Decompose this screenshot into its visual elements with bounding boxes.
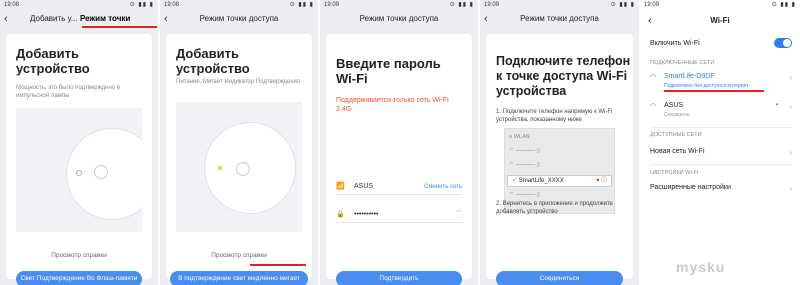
- content-card: Добавить устройство Питание, Мигает Инди…: [166, 34, 312, 285]
- signal-icons: ⊙ ▮▮ ▮: [610, 2, 635, 8]
- status-time: 19:09: [324, 2, 340, 8]
- signal-icons: ⊙ ▮▮ ▮: [449, 2, 474, 8]
- screen-add-device-2: 19:08 ⊙ ▮▮ ▮ ‹ Режим точки доступа Добав…: [160, 0, 319, 285]
- signal-icons: ⊙ ▮▮ ▮: [771, 2, 796, 8]
- wifi-icon: 📶: [336, 183, 345, 190]
- content-card: Добавить устройство Мощность, это было п…: [6, 34, 152, 285]
- divider: [650, 127, 792, 128]
- saved-network-name: ASUS: [664, 102, 684, 109]
- header-title: Режим точки доступа: [520, 14, 599, 23]
- advanced-settings-row[interactable]: Расширенные настройки ›: [650, 184, 792, 193]
- status-bar: 19:09 ⊙ ▮▮ ▮: [480, 0, 639, 10]
- screen-wifi-password: 19:09 ⊙ ▮▮ ▮ Режим точки доступа Введите…: [320, 0, 479, 285]
- page-title: Введите пароль Wi-Fi: [336, 56, 441, 86]
- confirm-slow-blink-button[interactable]: В подтверждение свет медленно мигает: [170, 271, 308, 285]
- page-title: Добавить устройство: [176, 46, 250, 76]
- wifi-name: ASUS: [354, 183, 374, 190]
- list-item: ⌔ ───── ▯: [509, 148, 540, 154]
- lock-icon: ▪: [775, 102, 778, 108]
- advanced-settings-label: Расширенные настройки: [650, 184, 731, 191]
- saved-network-status: Сохранено: [664, 112, 690, 118]
- header-title[interactable]: Добавить у...: [30, 10, 77, 28]
- connected-network-name: SmartLife-D9DF: [664, 73, 715, 80]
- status-bar: 19:09 ⊙ ▮▮ ▮: [320, 0, 478, 10]
- back-arrow-icon[interactable]: ‹: [4, 10, 8, 28]
- help-link[interactable]: Просмотр справки: [166, 252, 312, 259]
- device-illustration: [16, 108, 142, 232]
- header-title: Режим точки доступа: [359, 14, 439, 23]
- content-card: Введите пароль Wi-Fi Поддерживается толь…: [326, 34, 472, 285]
- saved-network-row[interactable]: ◠ ASUS Сохранено ▪ ›: [650, 102, 792, 122]
- change-network-link[interactable]: Сменить сеть: [424, 180, 462, 194]
- show-password-icon[interactable]: ⌒: [456, 208, 462, 222]
- signal-icons: ⊙ ▮▮ ▮: [129, 2, 154, 8]
- confirm-button[interactable]: Подтвердить: [336, 271, 462, 285]
- indicator-off-icon: [76, 170, 82, 176]
- screen-add-device-1: 19:08 ⊙ ▮▮ ▮ ‹ Добавить у... Режим точки…: [0, 0, 159, 285]
- page-title: Добавить устройство: [16, 46, 90, 76]
- ssid-name: SmartLife_XXXX: [518, 178, 564, 184]
- status-bar: 19:08 ⊙ ▮▮ ▮: [0, 0, 158, 10]
- warning-text: Поддерживается только сеть Wi-Fi 2.4G: [336, 97, 449, 113]
- divider: [650, 164, 792, 165]
- list-item: ≡ WLAN: [509, 134, 530, 140]
- lock-icon: 🔒: [336, 211, 345, 218]
- info-icon[interactable]: ›: [789, 73, 792, 82]
- section-settings: НАСТРОЙКИ WI-FI: [650, 170, 699, 176]
- highlight-underline: [82, 26, 157, 28]
- wifi-network-row[interactable]: 📶 ASUS Сменить сеть: [336, 180, 462, 195]
- section-available: ДОСТУПНЫЕ СЕТИ: [650, 132, 702, 138]
- highlight-underline: [250, 264, 306, 266]
- wifi-signal-icon: ◠: [650, 103, 657, 110]
- watermark-logo: mysku: [676, 259, 726, 275]
- lamp-face-icon: [94, 165, 108, 179]
- add-network-label: Новая сеть Wi-Fi: [650, 148, 705, 155]
- connect-button[interactable]: Соединиться: [496, 271, 623, 285]
- header-title: Режим точки доступа: [199, 14, 279, 23]
- connected-network-status: Подключено без доступа в интернет: [664, 83, 749, 89]
- screen-header: ‹ Режим точки доступа: [480, 10, 639, 28]
- password-value: ••••••••••: [354, 211, 379, 218]
- content-card: Подключите телефон к точке доступа Wi-Fi…: [486, 34, 633, 285]
- lamp-face-icon: [236, 162, 250, 176]
- status-time: 19:08: [164, 2, 180, 8]
- chevron-right-icon: ›: [789, 184, 792, 193]
- settings-header: ‹ Wi-Fi: [640, 12, 800, 30]
- highlight-underline: [664, 90, 764, 92]
- info-icon[interactable]: ›: [789, 102, 792, 111]
- screen-header: Режим точки доступа: [320, 10, 478, 28]
- status-time: 19:09: [644, 2, 660, 8]
- status-time: 19:09: [484, 2, 500, 8]
- description: Питание, Мигает Индикатор Подтверждения: [176, 79, 301, 85]
- enable-wifi-label: Включить Wi-Fi: [650, 40, 700, 47]
- indicator-on-icon: [218, 166, 222, 170]
- step-two-text: 2. Вернитесь в приложение и продолжите д…: [496, 201, 613, 215]
- status-time: 19:08: [4, 2, 20, 8]
- page-title: Подключите телефон к точке доступа Wi-Fi…: [496, 54, 631, 98]
- wifi-lock-icon: ▾ ⓘ: [596, 178, 607, 184]
- wifi-signal-icon: ◠: [650, 74, 657, 81]
- step-one-text: 1. Подключите телефон напрямую к Wi-Fi у…: [496, 109, 613, 123]
- status-bar: 19:08 ⊙ ▮▮ ▮: [160, 0, 318, 10]
- section-connected: ПОДКЛЮЧЕННЫЕ СЕТИ: [650, 60, 715, 66]
- help-link[interactable]: Просмотр справки: [6, 252, 152, 259]
- enable-wifi-row[interactable]: Включить Wi-Fi: [650, 40, 792, 47]
- device-illustration: [176, 102, 302, 232]
- password-field[interactable]: 🔒 •••••••••• ⌒: [336, 208, 462, 223]
- status-bar: 19:09 ⊙ ▮▮ ▮: [640, 0, 800, 10]
- settings-title: Wi-Fi: [710, 16, 730, 25]
- wifi-settings-screen: 19:09 ⊙ ▮▮ ▮ ‹ Wi-Fi Включить Wi-Fi ПОДК…: [640, 0, 800, 285]
- wifi-toggle[interactable]: [774, 38, 792, 48]
- description: Мощность, это было подтверждено в импуль…: [16, 85, 120, 99]
- confirm-flash-button[interactable]: Свет Подтверждение Во Флэш-памяти: [16, 271, 142, 285]
- add-network-row[interactable]: Новая сеть Wi-Fi ›: [650, 148, 792, 157]
- check-icon: ✓: [512, 178, 519, 184]
- list-item: ⌔ ───── ▯: [509, 162, 540, 168]
- screen-header: ‹ Режим точки доступа: [160, 10, 318, 28]
- signal-icons: ⊙ ▮▮ ▮: [289, 2, 314, 8]
- highlighted-ssid: ✓ SmartLife_XXXX ▾ ⓘ: [507, 175, 612, 187]
- list-item: ⌔ ───── ▯: [509, 192, 540, 198]
- screen-connect-hotspot: 19:09 ⊙ ▮▮ ▮ ‹ Режим точки доступа Подкл…: [480, 0, 639, 285]
- chevron-right-icon: ›: [789, 148, 792, 157]
